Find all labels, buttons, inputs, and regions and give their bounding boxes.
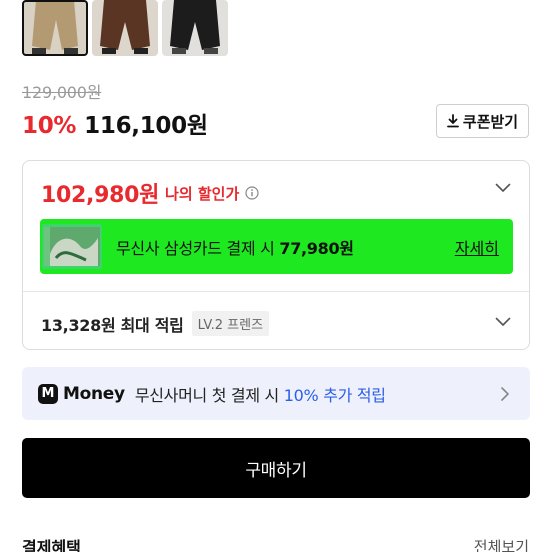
money-promo-highlight: 10% 추가 적립 <box>283 385 386 405</box>
download-icon <box>446 114 459 128</box>
card-art-image <box>42 224 102 269</box>
money-promo-prefix: 무신사머니 첫 결제 시 <box>134 385 284 405</box>
chevron-right-icon <box>501 387 509 401</box>
max-points-text: 13,328원 최대 적립 <box>41 315 184 335</box>
card-promo-prefix: 무신사 삼성카드 결제 시 <box>116 238 280 258</box>
thumbnail-beige-pants[interactable] <box>22 0 88 56</box>
chevron-down-icon[interactable] <box>495 317 511 327</box>
thumbnail-strip <box>22 0 228 56</box>
brown-pants-image <box>92 0 158 56</box>
info-icon[interactable] <box>245 186 259 200</box>
money-promo-text: 무신사머니 첫 결제 시 10% 추가 적립 <box>135 382 386 406</box>
benefit-card: 102,980원 나의 할인가 무신사 삼성카드 결제 시 77,980원 자세… <box>22 160 530 350</box>
card-promo-price: 77,980원 <box>279 238 354 258</box>
chevron-down-icon[interactable] <box>495 183 511 193</box>
final-price: 116,100원 <box>84 113 208 139</box>
payment-benefits-title: 결제혜택 <box>22 538 81 552</box>
price-row: 10% 116,100원 <box>22 106 208 140</box>
money-brand: Money <box>63 383 125 404</box>
my-discount-label: 나의 할인가 <box>165 184 240 203</box>
view-all-link[interactable]: 전체보기 <box>474 536 529 552</box>
my-discount-price: 102,980원 <box>41 183 160 208</box>
thumbnail-brown-pants[interactable] <box>92 0 158 56</box>
discount-rate: 10% <box>22 113 77 139</box>
coupon-label: 쿠폰받기 <box>462 112 519 131</box>
money-promo-banner[interactable]: M Money 무신사머니 첫 결제 시 10% 추가 적립 <box>22 367 530 420</box>
level-badge: LV.2 프렌즈 <box>191 311 270 336</box>
my-price-row[interactable]: 102,980원 나의 할인가 <box>41 177 259 209</box>
divider <box>23 291 529 292</box>
thumbnail-black-pants[interactable] <box>162 0 228 56</box>
beige-pants-image <box>22 0 88 56</box>
buy-button[interactable]: 구매하기 <box>22 438 530 498</box>
promo-card-image <box>42 224 102 269</box>
money-logo-icon: M <box>38 383 58 404</box>
original-price: 129,000원 <box>22 83 102 102</box>
coupon-button[interactable]: 쿠폰받기 <box>436 104 529 138</box>
card-promo-detail-link[interactable]: 자세히 <box>455 235 499 259</box>
card-promo-banner[interactable]: 무신사 삼성카드 결제 시 77,980원 자세히 <box>40 219 513 274</box>
black-pants-image <box>162 0 228 56</box>
points-row[interactable]: 13,328원 최대 적립 LV.2 프렌즈 <box>41 311 270 336</box>
card-promo-text: 무신사 삼성카드 결제 시 77,980원 <box>116 235 354 259</box>
